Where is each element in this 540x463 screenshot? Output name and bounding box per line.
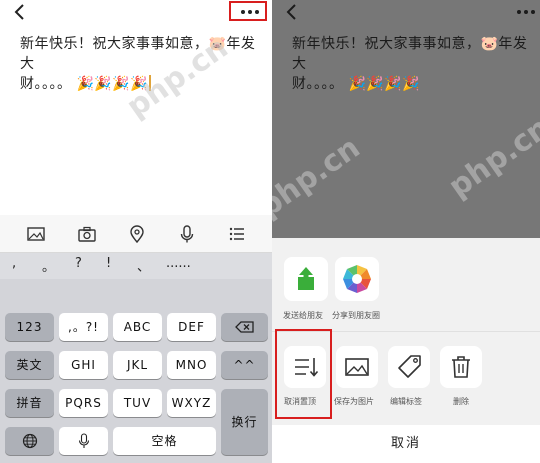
picture-icon	[345, 358, 369, 376]
highlight-box	[229, 1, 267, 21]
key-pinyin[interactable]: 拼音	[5, 389, 54, 417]
backspace-key[interactable]	[221, 313, 268, 341]
punct-key[interactable]: 。	[42, 256, 55, 275]
key-abc[interactable]: ABC	[113, 313, 162, 341]
camera-icon[interactable]	[77, 224, 97, 244]
delete-button[interactable]	[440, 346, 482, 388]
punct-key[interactable]: 、	[137, 256, 150, 275]
share-menu-screen: 新年快乐！祝大家事事如意，🐷年发大 财。。。。 🎉🎉🎉🎉 php.cn php.…	[272, 0, 540, 463]
key-ghi[interactable]: GHI	[59, 351, 108, 379]
globe-key[interactable]	[5, 427, 54, 455]
location-icon[interactable]	[127, 224, 147, 244]
image-icon[interactable]	[26, 224, 46, 244]
tag-icon	[398, 355, 421, 378]
enter-key[interactable]: 换行	[221, 389, 268, 455]
back-icon[interactable]	[12, 3, 28, 21]
microphone-icon	[78, 433, 89, 448]
watermark: php.cn	[442, 110, 540, 205]
key-def[interactable]: DEF	[167, 313, 216, 341]
back-icon[interactable]	[284, 3, 300, 21]
share-to-friend-button[interactable]	[284, 257, 328, 301]
key-pqrs[interactable]: PQRS	[59, 389, 108, 417]
share-upload-icon	[298, 267, 314, 290]
space-key[interactable]: 空格	[113, 427, 216, 455]
voice-key[interactable]	[59, 427, 108, 455]
note-line-2: 财。。。。 🎉🎉🎉🎉	[292, 74, 532, 94]
microphone-icon[interactable]	[177, 224, 197, 244]
globe-icon	[22, 433, 37, 449]
highlight-box	[275, 329, 332, 419]
share-to-moments-button[interactable]	[335, 257, 379, 301]
key-punctuation[interactable]: ,。?!	[59, 313, 108, 341]
save-as-image-button[interactable]	[336, 346, 378, 388]
key-mno[interactable]: MNO	[167, 351, 216, 379]
key-jkl[interactable]: JKL	[113, 351, 162, 379]
note-line-2-text: 财。。。。	[292, 76, 344, 92]
more-icon[interactable]	[514, 7, 538, 17]
key-english[interactable]: 英文	[5, 351, 54, 379]
party-popper-icon: 🎉🎉🎉🎉	[348, 76, 421, 92]
note-line-2: 财。。。。 🎉🎉🎉🎉	[20, 74, 260, 94]
punct-key[interactable]: ......	[166, 256, 191, 271]
keyboard: , 。 ? ! 、 ...... 123 ,。?! ABC DEF 英文 GHI…	[0, 215, 272, 463]
top-bar	[0, 0, 272, 26]
note-text: 新年快乐！祝大家事事如意，🐷年发大 财。。。。 🎉🎉🎉🎉	[292, 34, 532, 94]
punct-key[interactable]: !	[106, 256, 111, 271]
edit-tags-label: 编辑标签	[390, 397, 422, 406]
action-sheet: 发送给朋友 分享到朋友圈 取消置顶 保存为图片 编辑标签 删除 取消	[272, 238, 540, 463]
note-text[interactable]: 新年快乐！祝大家事事如意，🐷年发大 财。。。。 🎉🎉🎉🎉	[20, 34, 260, 94]
delete-label: 删除	[453, 397, 469, 406]
list-icon[interactable]	[227, 224, 247, 244]
top-bar	[272, 0, 540, 26]
note-edit-screen: 新年快乐！祝大家事事如意，🐷年发大 财。。。。 🎉🎉🎉🎉 php.cn php.…	[0, 0, 272, 463]
note-line-1: 新年快乐！祝大家事事如意，🐷年发大	[292, 36, 528, 72]
text-cursor	[149, 75, 151, 91]
punctuation-row: , 。 ? ! 、 ......	[0, 253, 272, 279]
punct-key[interactable]: ,	[12, 256, 16, 271]
key-emoticon[interactable]: ^^	[221, 351, 268, 379]
punct-key[interactable]: ?	[75, 256, 82, 271]
key-wxyz[interactable]: WXYZ	[167, 389, 216, 417]
cancel-button[interactable]: 取消	[272, 425, 540, 463]
key-tuv[interactable]: TUV	[113, 389, 162, 417]
watermark: php.cn	[272, 130, 367, 225]
trash-icon	[452, 356, 470, 378]
backspace-icon	[234, 321, 254, 333]
share-to-moments-label: 分享到朋友圈	[332, 311, 380, 320]
share-to-friend-label: 发送给朋友	[283, 311, 323, 320]
note-line-1: 新年快乐！祝大家事事如意，🐷年发大	[20, 36, 256, 72]
note-line-2-text: 财。。。。	[20, 76, 72, 92]
moments-icon	[343, 265, 371, 293]
key-123[interactable]: 123	[5, 313, 54, 341]
edit-tags-button[interactable]	[388, 346, 430, 388]
keyboard-toolbar	[0, 215, 272, 253]
party-popper-icon: 🎉🎉🎉🎉	[76, 76, 149, 92]
save-as-image-label: 保存为图片	[334, 397, 374, 406]
